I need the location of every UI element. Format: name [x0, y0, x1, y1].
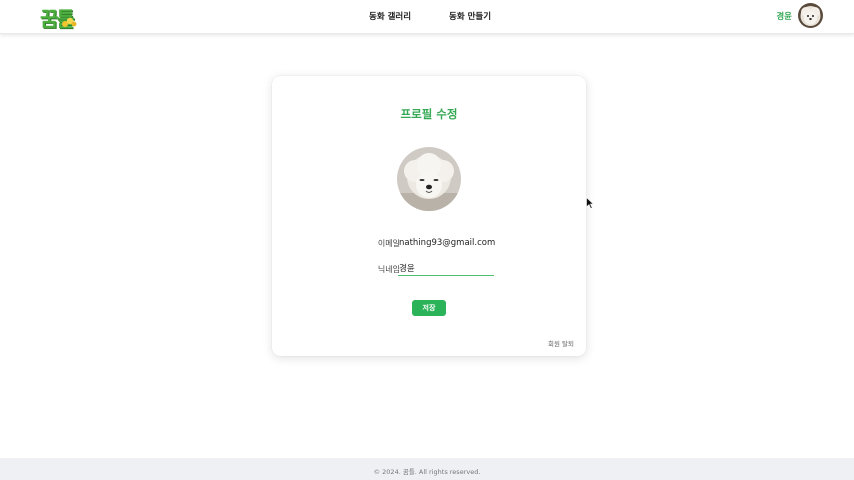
- profile-edit-card: 프로필 수정 이메일 nathing93@gmail.com 닉네임 저장 회원…: [272, 76, 586, 356]
- logo-stars-icon: [62, 17, 77, 27]
- nickname-label: 닉네임: [377, 265, 400, 274]
- save-button[interactable]: 저장: [412, 300, 446, 316]
- page-title: 프로필 수정: [400, 107, 458, 121]
- user-name[interactable]: 경윤: [776, 10, 792, 22]
- top-header: 꿈틀 동화 갤러리 동화 만들기 경윤: [0, 0, 854, 34]
- copyright-text: © 2024. 꿈틀. All rights reserved.: [373, 468, 481, 476]
- mouse-cursor-icon: [586, 197, 594, 209]
- email-label: 이메일: [377, 239, 400, 248]
- footer: © 2024. 꿈틀. All rights reserved.: [0, 458, 854, 480]
- nickname-input[interactable]: [398, 261, 494, 276]
- email-value: nathing93@gmail.com: [399, 238, 496, 248]
- nav-gallery-link[interactable]: 동화 갤러리: [369, 10, 411, 24]
- withdraw-account-link[interactable]: 회원 탈퇴: [548, 338, 574, 348]
- dog-photo-icon: [397, 147, 461, 211]
- logo[interactable]: 꿈틀: [38, 2, 80, 31]
- nav-make-story-link[interactable]: 동화 만들기: [449, 10, 491, 24]
- profile-photo[interactable]: [397, 147, 461, 211]
- dog-avatar-icon: [798, 3, 823, 28]
- user-avatar[interactable]: [798, 3, 823, 28]
